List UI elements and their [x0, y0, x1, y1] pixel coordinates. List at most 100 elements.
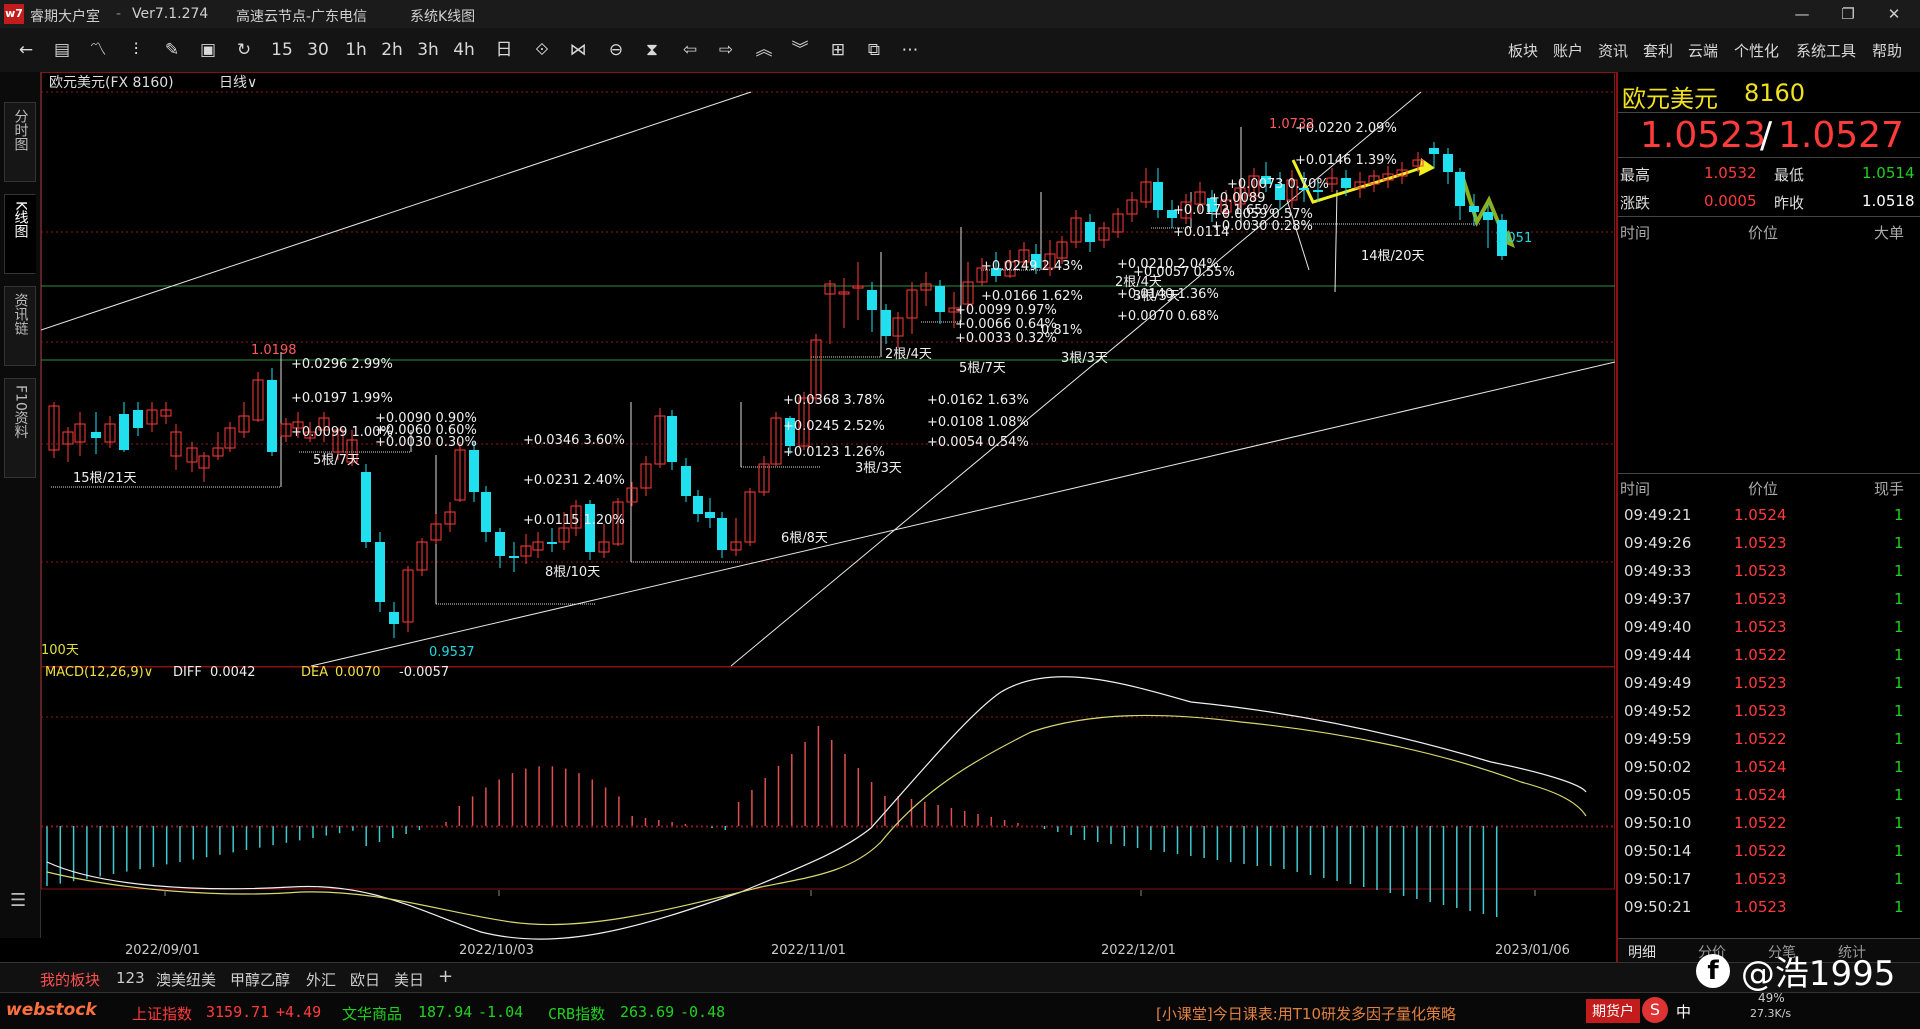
- trade-price: 1.0522: [1734, 730, 1787, 748]
- crosshair-icon[interactable]: ⊖: [604, 38, 628, 62]
- layout-icon[interactable]: ⊞: [826, 38, 850, 62]
- trade-time: 09:50:21: [1624, 898, 1692, 916]
- candle-body: [1153, 182, 1163, 210]
- tab-my-sectors[interactable]: 我的板块: [40, 969, 100, 990]
- tab-aud-nzd[interactable]: 澳美纽美: [156, 969, 216, 990]
- zoom-out-icon[interactable]: ⋈: [566, 38, 590, 62]
- change-value: 0.0005: [1704, 192, 1757, 210]
- macd-selector[interactable]: MACD(12,26,9)∨: [45, 665, 153, 680]
- down-arrow-icon[interactable]: ︾: [788, 38, 812, 62]
- trade-row: 09:50:21 1.0523 1: [1618, 894, 1920, 922]
- candle-body: [705, 512, 715, 518]
- menu-bankuai[interactable]: 板块: [1508, 40, 1538, 61]
- menu-taoli[interactable]: 套利: [1643, 40, 1673, 61]
- input-method-icon[interactable]: S: [1642, 997, 1668, 1023]
- save-icon[interactable]: ▣: [196, 38, 220, 62]
- menu-help[interactable]: 帮助: [1872, 40, 1902, 61]
- tools-icon[interactable]: ✎: [160, 38, 184, 62]
- network-speed: 27.3K/s: [1750, 1007, 1792, 1020]
- notice-ticker[interactable]: [小课堂]今日课表:用T10研发多因子量化策略: [1156, 1003, 1456, 1024]
- line-chart-icon[interactable]: 〽: [86, 38, 110, 62]
- close-icon[interactable]: ✕: [1882, 4, 1906, 24]
- minimize-icon[interactable]: —: [1790, 4, 1814, 24]
- ime-mode-icon[interactable]: 中: [1676, 1001, 1691, 1022]
- tab-timeshare[interactable]: 分时图: [4, 102, 36, 182]
- more-icon[interactable]: ⋯: [898, 38, 922, 62]
- trade-volume: 1: [1894, 590, 1904, 608]
- macd-label: MACD(12,26,9): [45, 665, 144, 680]
- date-axis-label: 2022/11/01: [771, 943, 846, 958]
- chart-annotation: 0.81%: [1041, 323, 1082, 338]
- price-separator: /: [1760, 115, 1773, 156]
- trade-time: 09:49:37: [1624, 590, 1692, 608]
- candle-body: [361, 472, 371, 542]
- hourglass-icon[interactable]: ⧗: [640, 38, 664, 62]
- zoom-in-icon[interactable]: ⟐: [530, 38, 554, 62]
- candle-body: [1429, 148, 1439, 154]
- candle-body: [1443, 154, 1453, 172]
- back-icon[interactable]: ←: [14, 38, 38, 62]
- chart-annotation: 5根/7天: [959, 361, 1006, 376]
- chart-annotation: +0.0249 2.43%: [981, 259, 1083, 274]
- period-selector[interactable]: 日线∨: [219, 75, 257, 91]
- tab-news-chain[interactable]: 资讯链: [4, 286, 36, 366]
- app-logo-icon: w7: [4, 4, 24, 24]
- watermark-text: @浩1995: [1740, 954, 1896, 994]
- menu-yunduan[interactable]: 云端: [1688, 40, 1718, 61]
- macd-diff-line: [46, 676, 1587, 940]
- tab-usd-jpy[interactable]: 美日: [394, 969, 424, 990]
- period-3h-button[interactable]: 3h: [416, 38, 440, 62]
- chart-annotation: +0.0245 2.52%: [783, 419, 885, 434]
- kline-chart-area[interactable]: +0.0296 2.99% +0.0197 1.99% +0.0099 1.00% +…: [41, 72, 1615, 962]
- quote-panel: 欧元美元 8160 1.0523 / 1.0527 最高 1.0532 最低 1…: [1616, 72, 1920, 963]
- high-value: 1.0532: [1704, 164, 1757, 182]
- period-4h-button[interactable]: 4h: [452, 38, 476, 62]
- candle-body: [935, 286, 945, 312]
- candle-icon[interactable]: ⫶: [124, 38, 148, 62]
- period-1h-button[interactable]: 1h: [344, 38, 368, 62]
- trade-volume: 1: [1894, 646, 1904, 664]
- tab-forex[interactable]: 外汇: [306, 969, 336, 990]
- kline-chart[interactable]: +0.0296 2.99%+0.0197 1.99%+0.0099 1.00%+…: [41, 72, 1615, 962]
- right-arrow-icon[interactable]: ⇨: [714, 38, 738, 62]
- menu-zhanghu[interactable]: 账户: [1553, 40, 1583, 61]
- chart-annotation: 5根/7天: [313, 453, 360, 468]
- table-icon[interactable]: ▤: [50, 38, 74, 62]
- period-2h-button[interactable]: 2h: [380, 38, 404, 62]
- trade-volume: 1: [1894, 870, 1904, 888]
- menu-gexinghua[interactable]: 个性化: [1734, 40, 1779, 61]
- tab-eur-jpy[interactable]: 欧日: [350, 969, 380, 990]
- chart-annotation: +0.0099 0.97%: [955, 303, 1057, 318]
- index1-change: +4.49: [276, 1003, 322, 1021]
- server-name: 高速云节点-广东电信: [236, 9, 368, 25]
- restore-icon[interactable]: ❐: [1836, 4, 1860, 24]
- list-icon[interactable]: ☰: [10, 890, 26, 911]
- period-30-button[interactable]: 30: [306, 38, 330, 62]
- low-price-label: 0.9537: [429, 645, 475, 660]
- macd-dea-line: [46, 714, 1587, 926]
- period-15-button[interactable]: 15: [270, 38, 294, 62]
- candle-body: [509, 556, 519, 558]
- toolbar: ← ▤ 〽 ⫶ ✎ ▣ ↻ 15 30 1h 2h 3h 4h 日 ⟐ ⋈ ⊖ …: [0, 28, 1920, 73]
- tab-f10[interactable]: F10资料: [4, 378, 36, 478]
- tab-methanol[interactable]: 甲醇乙醇: [230, 969, 290, 990]
- refresh-icon[interactable]: ↻: [232, 38, 256, 62]
- quote-name: 欧元美元: [1622, 85, 1718, 113]
- trade-row: 09:50:17 1.0523 1: [1618, 866, 1920, 894]
- macd-diff-label: DIFF: [173, 665, 202, 680]
- window-icon[interactable]: ⧉: [862, 38, 886, 62]
- menu-zixun[interactable]: 资讯: [1598, 40, 1628, 61]
- up-arrow-icon[interactable]: ︽: [752, 38, 776, 62]
- tab-123[interactable]: 123: [116, 969, 145, 987]
- left-arrow-icon[interactable]: ⇦: [678, 38, 702, 62]
- period-day-button[interactable]: 日: [492, 38, 516, 62]
- tab-kline[interactable]: K线图: [4, 194, 36, 274]
- tab-detail[interactable]: 明细: [1628, 942, 1656, 962]
- trade-list[interactable]: 09:49:21 1.0524 1 09:49:26 1.0523 1 09:49:33 1.…: [1618, 502, 1920, 922]
- menu-tools[interactable]: 系统工具: [1796, 40, 1856, 61]
- trade-time: 09:50:14: [1624, 842, 1692, 860]
- tab-label: F10资料: [12, 385, 29, 439]
- chart-annotation: 6根/8天: [781, 531, 828, 546]
- futures-account-button[interactable]: 期货户: [1586, 999, 1640, 1023]
- add-tab-button[interactable]: +: [438, 966, 453, 987]
